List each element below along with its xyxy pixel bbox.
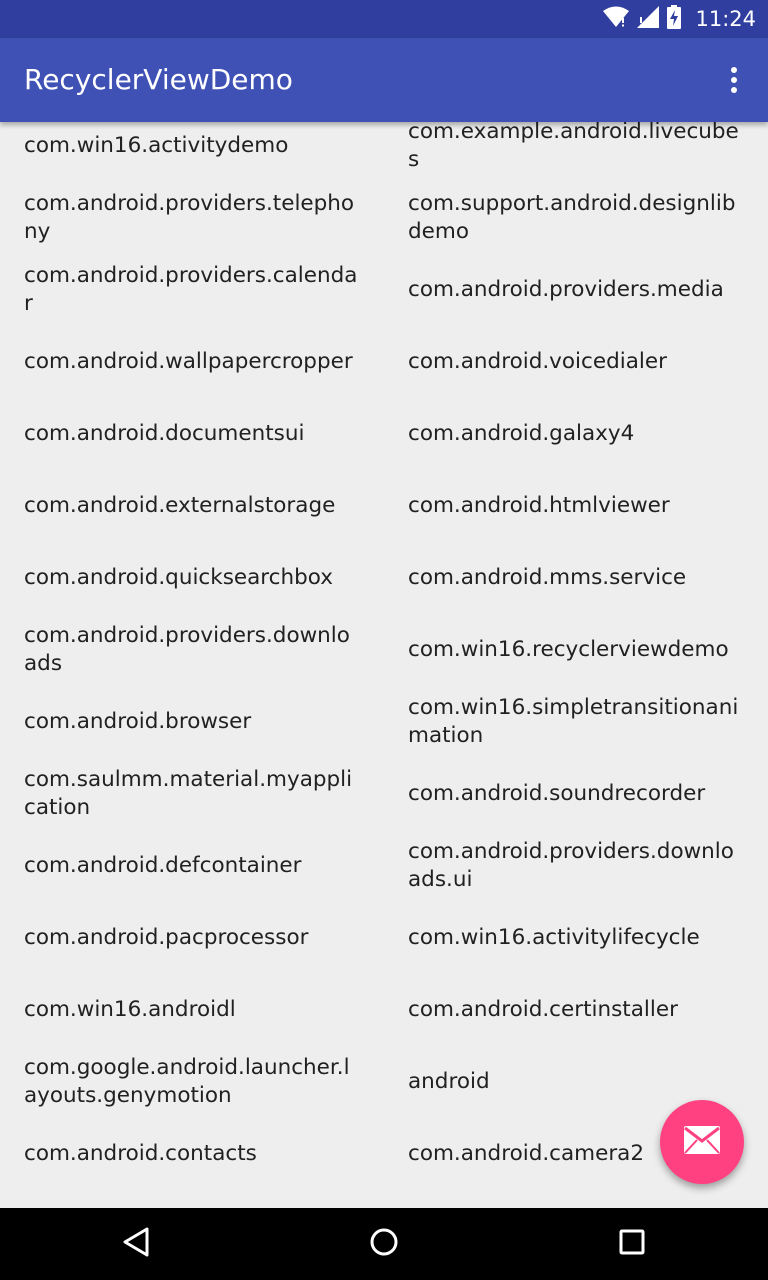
list-item[interactable]: com.google.android.launcher.layouts.geny… — [0, 1046, 384, 1118]
back-icon — [122, 1227, 150, 1262]
list-item[interactable]: com.android.defcontainer — [0, 830, 384, 902]
list-item[interactable]: com.android.documentsui — [0, 398, 384, 470]
app-grid: com.win16.activitydemo com.example.androi… — [0, 122, 768, 1190]
battery-charging-icon — [667, 4, 682, 34]
list-item-label: com.android.providers.calendar — [24, 263, 358, 316]
list-item[interactable]: com.support.android.designlibdemo — [384, 182, 768, 254]
list-item-label: com.android.galaxy4 — [408, 421, 635, 446]
recents-button[interactable] — [584, 1208, 680, 1280]
list-item-label: com.android.externalstorage — [24, 493, 336, 518]
app-bar: RecyclerViewDemo — [0, 38, 768, 122]
list-item-label: com.android.providers.media — [408, 277, 724, 302]
recents-icon — [619, 1229, 645, 1260]
wifi-icon — [603, 6, 630, 33]
list-item[interactable]: com.android.mms.service — [384, 542, 768, 614]
app-list[interactable]: com.win16.activitydemo com.example.androi… — [0, 122, 768, 1208]
list-item-label: com.win16.recyclerviewdemo — [408, 637, 729, 662]
list-item-label: com.android.documentsui — [24, 421, 305, 446]
list-item[interactable]: com.win16.simpletransitionanimation — [384, 686, 768, 758]
list-item[interactable]: com.android.voicedialer — [384, 326, 768, 398]
list-item-label: com.win16.activitylifecycle — [408, 925, 700, 950]
email-icon — [684, 1125, 720, 1159]
list-item[interactable]: com.win16.activitylifecycle — [384, 902, 768, 974]
signal-icon — [637, 5, 660, 33]
list-item-label: com.android.htmlviewer — [408, 493, 670, 518]
list-item-label: com.android.providers.telephony — [24, 191, 355, 244]
list-item[interactable]: com.android.wallpapercropper — [0, 326, 384, 398]
list-item[interactable]: com.android.providers.downloads.ui — [384, 830, 768, 902]
list-item-label: com.android.browser — [24, 709, 252, 734]
list-item[interactable]: com.android.pacprocessor — [0, 902, 384, 974]
list-item-label: com.support.android.designlibdemo — [408, 191, 736, 244]
list-item-label: com.android.pacprocessor — [24, 925, 309, 950]
list-item[interactable]: com.saulmm.material.myapplication — [0, 758, 384, 830]
list-item-label: com.android.soundrecorder — [408, 781, 706, 806]
list-item-label: com.android.providers.downloads.ui — [408, 839, 734, 892]
list-item[interactable]: com.android.htmlviewer — [384, 470, 768, 542]
list-item-label: android — [408, 1069, 490, 1094]
list-item[interactable]: com.android.externalstorage — [0, 470, 384, 542]
list-item[interactable]: com.android.browser — [0, 686, 384, 758]
list-item-label: com.android.camera2 — [408, 1141, 645, 1166]
list-item-label: com.android.contacts — [24, 1141, 257, 1166]
list-item[interactable]: com.win16.activitydemo — [0, 122, 384, 182]
list-item-label: com.android.mms.service — [408, 565, 687, 590]
list-item-label: com.android.certinstaller — [408, 997, 678, 1022]
list-item[interactable]: com.android.soundrecorder — [384, 758, 768, 830]
list-item[interactable]: com.android.galaxy4 — [384, 398, 768, 470]
app-title: RecyclerViewDemo — [24, 63, 293, 96]
status-icons: 11:24 — [603, 0, 756, 38]
nav-bar — [0, 1208, 768, 1280]
email-fab-button[interactable] — [660, 1100, 744, 1184]
status-bar: 11:24 — [0, 0, 768, 38]
list-item[interactable]: com.android.contacts — [0, 1118, 384, 1190]
list-item-label: com.android.quicksearchbox — [24, 565, 333, 590]
list-item[interactable]: com.win16.recyclerviewdemo — [384, 614, 768, 686]
list-item[interactable]: com.android.certinstaller — [384, 974, 768, 1046]
list-item[interactable]: com.android.quicksearchbox — [0, 542, 384, 614]
status-time: 11:24 — [695, 7, 756, 31]
list-item[interactable]: com.android.providers.media — [384, 254, 768, 326]
list-item[interactable]: com.example.android.livecubes — [384, 122, 768, 182]
list-item-label: com.android.defcontainer — [24, 853, 302, 878]
list-item[interactable]: com.android.providers.telephony — [0, 182, 384, 254]
list-item-label: com.win16.activitydemo — [24, 133, 289, 158]
list-item[interactable]: com.android.providers.downloads — [0, 614, 384, 686]
list-item-label: com.saulmm.material.myapplication — [24, 767, 353, 820]
list-item-label: com.win16.simpletransitionanimation — [408, 695, 739, 748]
back-button[interactable] — [88, 1208, 184, 1280]
list-item-label: com.google.android.launcher.layouts.geny… — [24, 1055, 350, 1108]
list-item-label: com.android.voicedialer — [408, 349, 667, 374]
list-item-label: com.android.providers.downloads — [24, 623, 350, 676]
list-item-label: com.win16.androidl — [24, 997, 236, 1022]
list-item[interactable]: com.win16.androidl — [0, 974, 384, 1046]
list-item-label: com.example.android.livecubes — [408, 122, 739, 172]
home-button[interactable] — [336, 1208, 432, 1280]
list-item-label: com.android.wallpapercropper — [24, 349, 353, 374]
list-item[interactable]: com.android.providers.calendar — [0, 254, 384, 326]
more-vert-icon[interactable] — [714, 56, 754, 104]
home-icon — [369, 1227, 399, 1262]
